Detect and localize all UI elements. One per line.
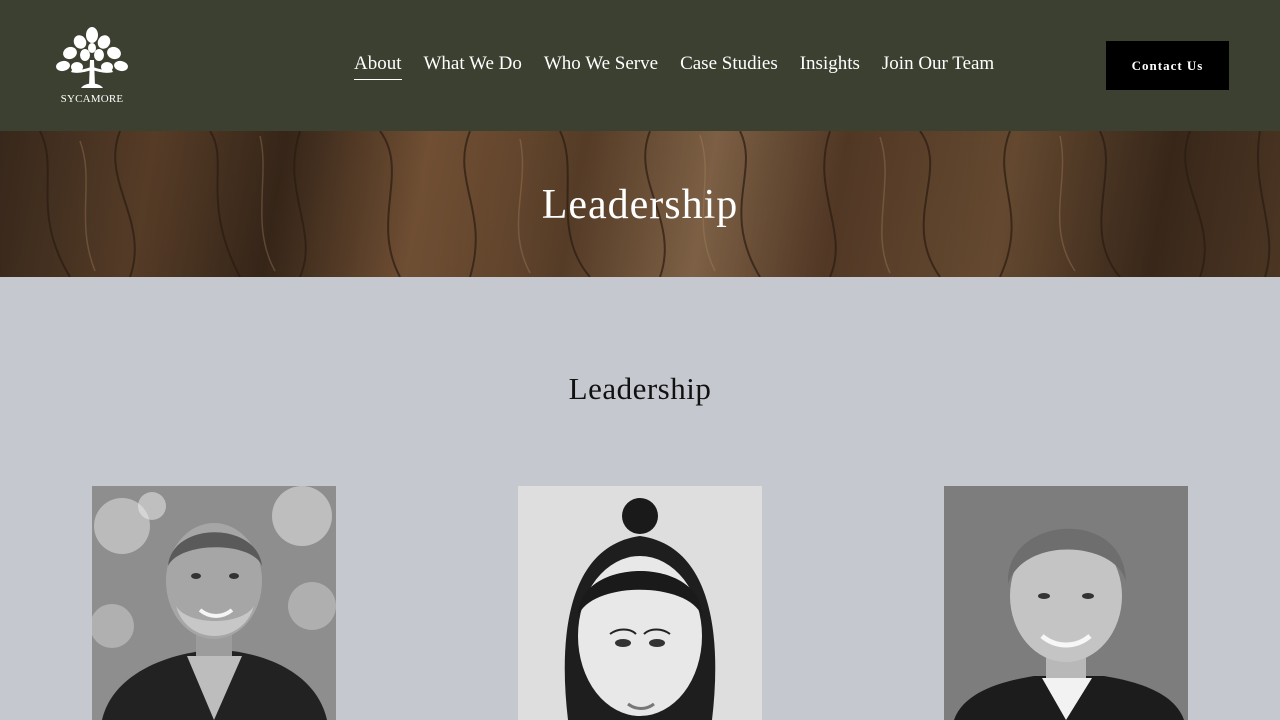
tree-icon (56, 27, 128, 88)
leader-photo-3[interactable] (944, 486, 1188, 720)
logo[interactable]: SYCAMORE (52, 26, 132, 106)
nav-item-case-studies[interactable]: Case Studies (680, 52, 778, 79)
nav-item-insights[interactable]: Insights (800, 52, 860, 79)
logo-text: SYCAMORE (60, 93, 124, 105)
main-nav: About What We Do Who We Serve Case Studi… (354, 52, 994, 80)
leader-photo-2[interactable] (518, 486, 762, 720)
section-title: Leadership (568, 371, 712, 406)
hero-title: Leadership (541, 182, 739, 228)
hero-banner: Leadership (0, 131, 1280, 277)
nav-item-who-we-serve[interactable]: Who We Serve (544, 52, 658, 79)
contact-us-button[interactable]: Contact Us (1106, 41, 1229, 90)
nav-item-join-our-team[interactable]: Join Our Team (882, 52, 994, 79)
leader-photo-1[interactable] (92, 486, 336, 720)
nav-item-about[interactable]: About (354, 52, 402, 80)
site-header: SYCAMORE About What We Do Who We Serve C… (0, 0, 1280, 131)
nav-item-what-we-do[interactable]: What We Do (424, 52, 522, 79)
